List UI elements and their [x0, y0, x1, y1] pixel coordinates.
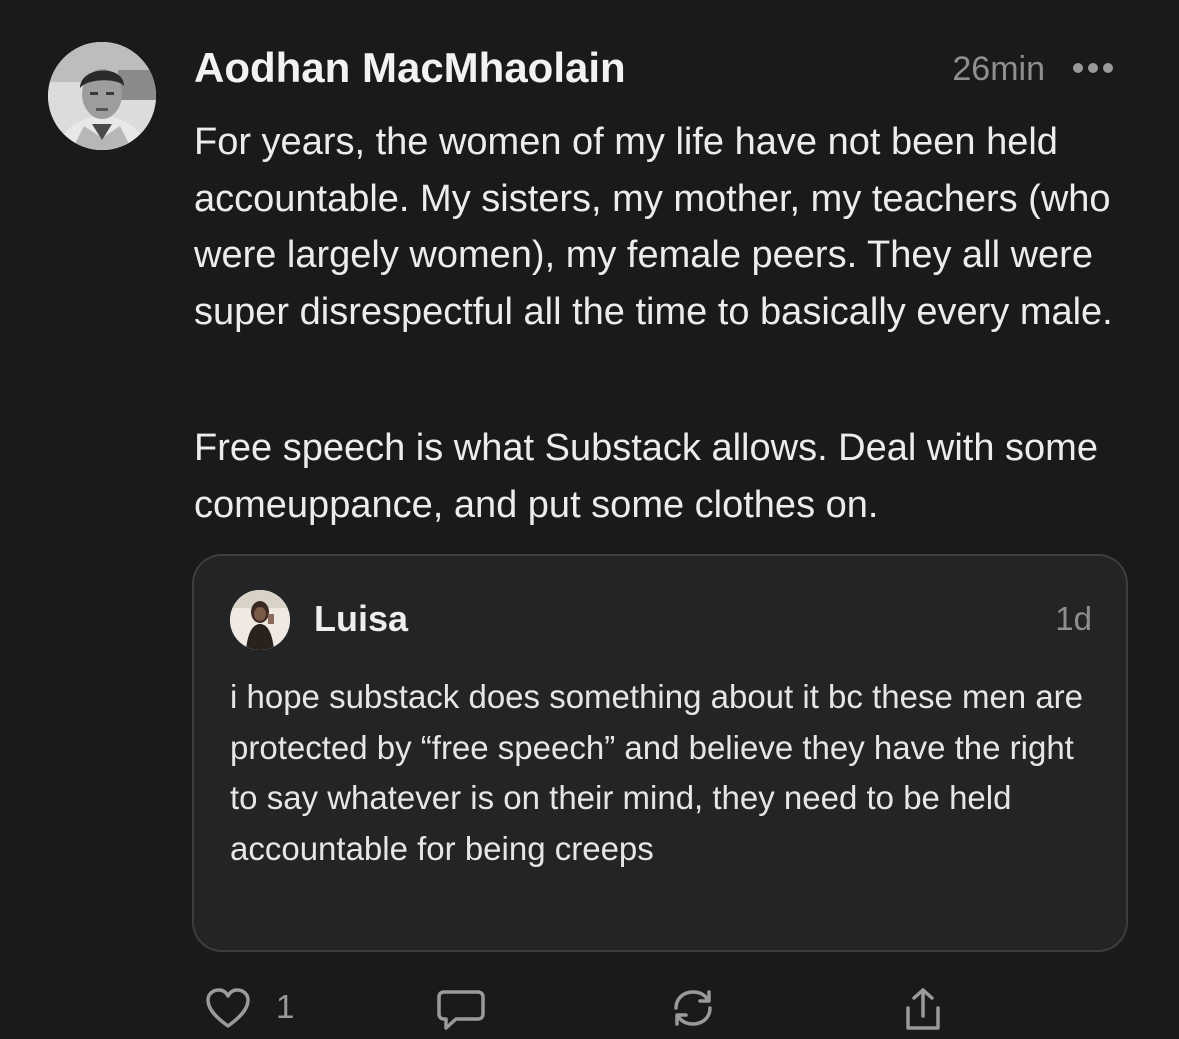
post-paragraph: Free speech is what Substack allows. Dea…: [194, 427, 1098, 526]
author-photo: [48, 42, 156, 150]
quoted-timestamp: 1d: [1055, 600, 1092, 637]
quoted-author-photo: [230, 590, 290, 650]
restack-icon[interactable]: [668, 986, 718, 1034]
post-timestamp: 26min: [952, 50, 1045, 88]
like-count: 1: [276, 988, 295, 1025]
quoted-text: i hope substack does something about it …: [230, 678, 1084, 867]
quoted-avatar[interactable]: [230, 590, 290, 650]
quoted-comment-card[interactable]: Luisa 1d i hope substack does something …: [192, 554, 1128, 952]
more-horizontal-icon[interactable]: [1070, 60, 1116, 76]
post-paragraph: For years, the women of my life have not…: [194, 121, 1113, 333]
heart-icon[interactable]: [204, 986, 252, 1034]
author-name[interactable]: Aodhan MacMhaolain: [194, 44, 626, 92]
share-icon[interactable]: [898, 986, 948, 1034]
quoted-author-name[interactable]: Luisa: [314, 598, 408, 640]
avatar[interactable]: [48, 42, 156, 150]
comment-icon[interactable]: [436, 986, 486, 1034]
action-bar: 1: [0, 982, 1179, 1030]
